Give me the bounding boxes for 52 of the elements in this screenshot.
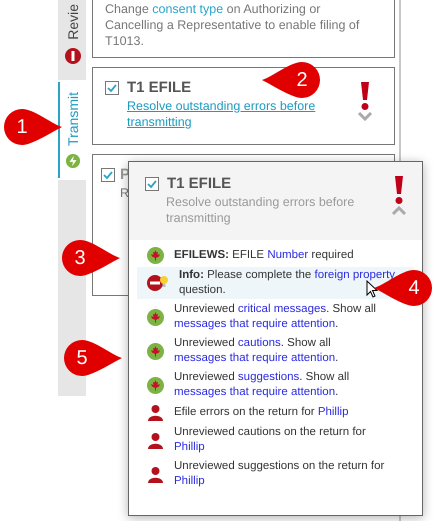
error-icon: [65, 48, 81, 64]
message-text: Unreviewed cautions. Show all messages that require attention.: [174, 336, 340, 366]
maple-leaf-icon: [147, 247, 164, 264]
side-tab[interactable]: Revie: [58, 0, 86, 80]
message-link[interactable]: critical messages: [238, 303, 326, 315]
lightning-icon: [65, 154, 81, 168]
message-row[interactable]: EFILEWS: EFILE Number required: [137, 246, 414, 265]
message-link[interactable]: that require attention: [226, 352, 336, 364]
message-link[interactable]: messages that require attention: [174, 318, 336, 330]
message-row[interactable]: Unreviewed suggestions on the return for Phillip: [137, 458, 414, 490]
message-row[interactable]: Efile errors on the return for Phillip: [137, 403, 414, 422]
popup-title: T1 EFILE: [167, 174, 232, 194]
checkbox[interactable]: [145, 177, 159, 191]
checkbox[interactable]: [101, 168, 115, 182]
message-text: Efile errors on the return for Phillip: [174, 405, 350, 420]
message-text: EFILEWS: EFILE Number required: [174, 248, 355, 263]
person-icon: [147, 432, 164, 448]
message-row[interactable]: Unreviewed critical messages. Show all messages that require attention.: [137, 301, 414, 333]
maple-leaf-icon: [147, 308, 164, 326]
message-link[interactable]: messages: [174, 352, 226, 364]
callout-badge: 2: [260, 60, 322, 100]
card-subtitle: R: [120, 185, 130, 201]
message-text: Unreviewed critical messages. Show all messages that require attention.: [174, 302, 377, 332]
message-row[interactable]: Unreviewed cautions on the return for Phillip: [137, 424, 414, 456]
message-link[interactable]: Phillip: [174, 441, 205, 453]
message-link[interactable]: cautions: [238, 337, 281, 349]
message-link[interactable]: foreign: [314, 269, 350, 281]
message-link[interactable]: suggestions: [238, 371, 300, 383]
callout-badge: 3: [60, 238, 122, 278]
chevron-down-icon[interactable]: [358, 112, 372, 121]
callout-badge: 5: [62, 338, 124, 378]
message-row[interactable]: Unreviewed cautions. Show all messages that require attention.: [137, 335, 414, 367]
message-link[interactable]: Phillip: [174, 475, 205, 487]
mouse-cursor-icon: [366, 280, 378, 298]
card-title: T1 EFILE: [127, 78, 192, 98]
message-link[interactable]: property: [350, 269, 396, 281]
stop-bulb-icon: [147, 274, 169, 292]
popup-subtitle: Resolve outstanding errors before transmitting: [166, 194, 356, 226]
message-row[interactable]: Unreviewed suggestions. Show all messages that require attention.: [137, 369, 414, 401]
message-text: Unreviewed suggestions. Show all messages that require attention.: [174, 370, 350, 400]
person-icon: [147, 404, 164, 421]
maple-leaf-icon: [147, 376, 164, 394]
checkbox[interactable]: [105, 81, 119, 95]
card-text: Change consent type on Authorizing or Cancelling a Representative to enable filing of T1013.: [105, 1, 360, 49]
message-text: Unreviewed cautions on the return for Phillip: [174, 425, 367, 455]
person-icon: [147, 466, 164, 482]
maple-leaf-icon: [147, 342, 164, 360]
message-link[interactable]: Phillip: [318, 406, 348, 418]
message-link[interactable]: messages that require attention: [174, 386, 336, 398]
callout-badge: 1: [2, 107, 64, 147]
message-text: Unreviewed suggestions on the return for Phillip: [174, 459, 386, 489]
message-link[interactable]: Number: [267, 249, 308, 261]
